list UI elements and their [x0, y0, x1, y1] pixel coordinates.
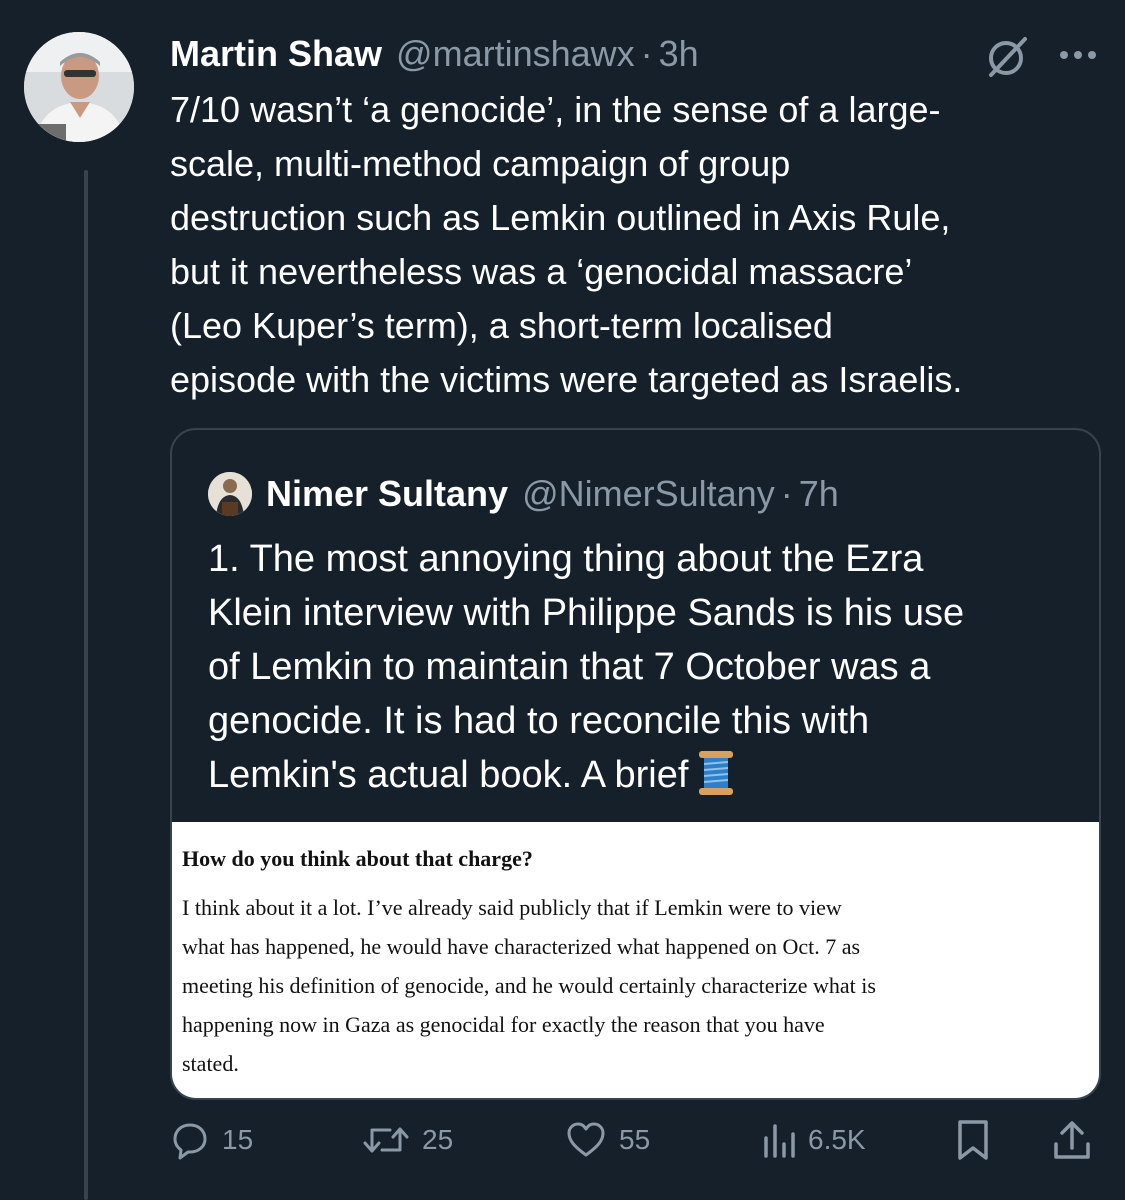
quote-author-avatar[interactable] [208, 472, 252, 516]
views-icon [764, 1124, 795, 1158]
action-bar: 15 25 55 6.5K [170, 1115, 1105, 1165]
reply-icon [173, 1123, 207, 1160]
bookmark-button[interactable] [955, 1115, 991, 1165]
author-handle[interactable]: @martinshawx [396, 33, 635, 75]
quote-time[interactable]: 7h [799, 473, 839, 515]
quote-text: 1. The most annoying thing about the Ezr… [208, 538, 965, 796]
retweet-icon [363, 1127, 409, 1153]
quoted-tweet[interactable]: Nimer Sultany @NimerSultany · 7h 1. The … [170, 428, 1101, 1100]
retweet-button[interactable]: 25 [362, 1115, 453, 1165]
retweet-count: 25 [422, 1124, 454, 1155]
quote-author-name[interactable]: Nimer Sultany [266, 473, 508, 515]
user-avatar-icon [24, 32, 134, 142]
bookmark-icon [958, 1120, 988, 1160]
spool-of-thread-icon [699, 751, 734, 795]
author-name[interactable]: Martin Shaw [170, 33, 382, 75]
views-count: 6.5K [808, 1124, 866, 1155]
separator-dot: · [780, 473, 793, 514]
reply-button[interactable]: 15 [170, 1115, 253, 1165]
quote-image[interactable]: How do you think about that charge? I th… [172, 822, 1099, 1098]
quote-text-block: 1. The most annoying thing about the Ezr… [208, 532, 1078, 802]
tweet-header: Martin Shaw @martinshawx · 3h [170, 30, 699, 78]
thread-line [84, 170, 88, 1200]
tweet-time[interactable]: 3h [659, 33, 699, 75]
quote-image-heading: How do you think about that charge? [182, 846, 533, 871]
tweet-text: 7/10 wasn’t ‘a genocide’, in the sense o… [170, 89, 963, 400]
grok-icon[interactable] [985, 33, 1031, 79]
reply-count: 15 [222, 1124, 254, 1155]
views-button[interactable]: 6.5K [762, 1115, 866, 1165]
share-button[interactable] [1052, 1115, 1092, 1165]
like-count: 55 [619, 1124, 651, 1155]
like-icon [567, 1122, 605, 1157]
separator-dot: · [640, 33, 653, 74]
more-icon[interactable] [1056, 40, 1100, 70]
quote-header: Nimer Sultany @NimerSultany · 7h [208, 470, 839, 518]
share-icon [1054, 1121, 1090, 1159]
like-button[interactable]: 55 [565, 1115, 650, 1165]
tweet-page: Martin Shaw @martinshawx · 3h 7/10 wasn’… [0, 0, 1125, 1200]
user-avatar-icon [208, 472, 252, 516]
author-avatar[interactable] [24, 32, 134, 142]
quote-image-body: I think about it a lot. I’ve already sai… [182, 895, 876, 1076]
quote-author-handle[interactable]: @NimerSultany [522, 473, 775, 515]
